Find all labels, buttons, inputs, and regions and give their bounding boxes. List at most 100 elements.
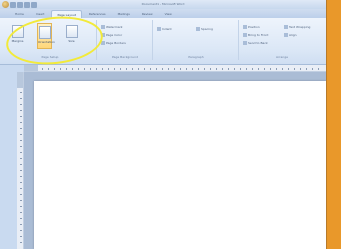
ruler-tick [114,68,115,70]
ruler-tick [20,188,22,189]
page-color-icon [101,33,105,37]
tab-review[interactable]: Review [137,10,158,18]
horizontal-ruler[interactable] [24,65,326,72]
align-icon [284,33,288,37]
ruler-tick [294,68,295,70]
ruler-tick [96,68,97,70]
group-paragraph: Indent Spacing Paragraph [154,20,239,60]
ruler-tick [20,104,22,105]
window-title: Document1 - Microsoft Word [141,2,185,6]
ruler-tick [60,68,61,70]
page-color-button[interactable]: Page Color [101,32,122,38]
ruler-tick [20,242,22,243]
ruler-tick [84,68,85,70]
group-label: Arrange [276,55,288,59]
ruler-tick [20,170,22,171]
group-label: Paragraph [188,55,204,59]
ruler-tick [20,92,22,93]
ruler-tick [20,230,22,231]
ruler-tick [126,68,127,70]
ruler-tick [20,134,22,135]
indent-icon [157,27,161,31]
ruler-tick [216,68,217,70]
ruler-tick [240,68,241,70]
ruler-tick [222,68,223,70]
group-page-setup: Margins Orientation Size Page Setup [4,20,97,60]
ruler-tick [20,212,22,213]
ruler-tick [204,68,205,70]
group-arrange: Position Bring to Front Send to Back Tex… [240,20,324,60]
ruler-tick [234,68,235,70]
spacing-control[interactable]: Spacing [196,26,213,32]
ruler-tick [78,68,79,70]
text-wrapping-icon [284,25,288,29]
ruler-tick [252,68,253,70]
page-borders-button[interactable]: Page Borders [101,40,126,46]
ruler-tick [210,68,211,70]
ruler-tick [20,146,22,147]
ruler-tick [186,68,187,70]
ruler-tick [20,122,22,123]
ruler-margin [17,72,23,88]
watermark-button[interactable]: Watermark [101,24,123,30]
ruler-tick [174,68,175,70]
ruler-tick [198,68,199,70]
send-to-back-button[interactable]: Send to Back [243,40,268,46]
size-icon [65,25,78,38]
ruler-tick [20,140,22,141]
ruler-tick [20,206,22,207]
ruler-tick [20,236,22,237]
ruler-tick [306,68,307,70]
tab-mailings[interactable]: Mailings [113,10,135,18]
ruler-tick [20,218,22,219]
ruler-tick [20,116,22,117]
text-wrapping-button[interactable]: Text Wrapping [284,24,310,30]
ruler-tick [90,68,91,70]
ruler-tick [162,68,163,70]
ruler-tick [276,68,277,70]
ruler-tick [20,98,22,99]
ruler-tick [138,68,139,70]
ruler-tick [20,224,22,225]
document-page[interactable] [34,81,326,249]
align-button[interactable]: Align [284,32,297,38]
ruler-tick [192,68,193,70]
ruler-tick [180,68,181,70]
group-label: Page Setup [41,55,59,59]
ruler-tick [312,68,313,70]
group-page-background: Watermark Page Color Page Borders Page B… [98,20,153,60]
ruler-tick [120,68,121,70]
ruler-tick [54,68,55,70]
ruler-tick [20,164,22,165]
ruler-tick [20,152,22,153]
watermark-icon [101,25,105,29]
spacing-icon [196,27,200,31]
page-borders-icon [101,41,105,45]
ruler-tick [282,68,283,70]
tab-home[interactable]: Home [10,10,29,18]
ruler-tick [48,68,49,70]
ruler-tick [246,68,247,70]
tab-insert[interactable]: Insert [31,10,50,18]
position-button[interactable]: Position [243,24,260,30]
ruler-tick [264,68,265,70]
word-window: Document1 - Microsoft Word Home Insert P… [0,0,326,249]
size-button[interactable]: Size [64,23,79,49]
ruler-tick [168,68,169,70]
indent-control[interactable]: Indent [157,26,172,32]
tab-references[interactable]: References [84,10,111,18]
ruler-tick [20,200,22,201]
title-bar: Document1 - Microsoft Word [0,0,326,9]
margins-button[interactable]: Margins [10,23,25,49]
ruler-tick [318,68,319,70]
orientation-button[interactable]: Orientation [37,23,55,49]
ruler-tick [300,68,301,70]
ribbon-tabs: Home Insert Page Layout References Maili… [0,9,326,19]
tab-view[interactable]: View [160,10,177,18]
vertical-ruler[interactable] [17,72,24,249]
ruler-margin [24,65,38,71]
ruler-tick [72,68,73,70]
ruler-tick [42,68,43,70]
bring-to-front-button[interactable]: Bring to Front [243,32,268,38]
send-to-back-icon [243,41,247,45]
